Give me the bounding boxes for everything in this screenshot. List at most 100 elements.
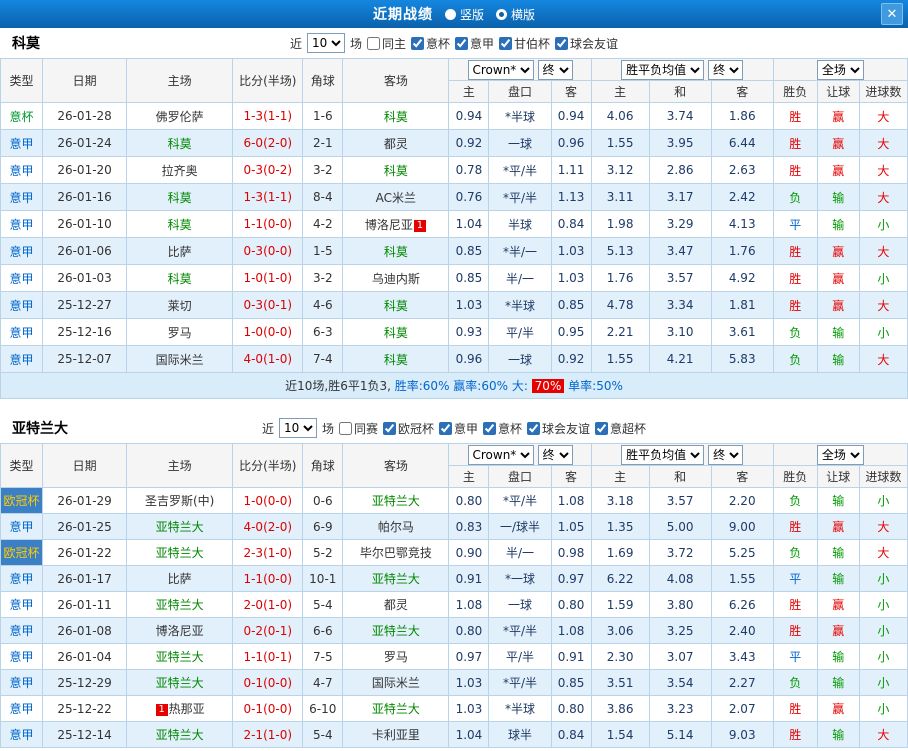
odds-away: 0.96 <box>550 129 592 157</box>
odds-period-select[interactable]: 终 <box>537 444 573 465</box>
odds-company-select[interactable]: Crown* <box>467 444 534 465</box>
sub-column-header: 盘口 <box>488 80 552 103</box>
match-score: 1-3(1-1) <box>232 183 304 211</box>
home-team: 佛罗伦萨 <box>126 102 234 130</box>
odds-company-select[interactable]: Crown* <box>467 59 534 80</box>
result-overunder: 大 <box>858 513 908 540</box>
filter-checkbox[interactable] <box>455 36 468 50</box>
match-row: 意甲 25-12-22 1 热那亚 0-1(0-0) 6-10 亚特兰大 1.03 *半球 0.8… <box>0 695 908 722</box>
odds-away: 1.08 <box>550 487 592 514</box>
handicap-line: *平/半 <box>488 487 552 514</box>
away-team-name: 科莫 <box>383 244 408 259</box>
corners: 1-5 <box>302 237 344 265</box>
filter-checkbox[interactable] <box>410 36 424 50</box>
odds-away: 0.85 <box>550 669 592 696</box>
avg-period-select[interactable]: 终 <box>708 444 744 465</box>
away-team: 国际米兰 <box>342 669 450 696</box>
away-team-name: 科莫 <box>383 325 408 340</box>
result-overunder: 小 <box>858 617 908 644</box>
avg-period-select[interactable]: 终 <box>708 59 744 80</box>
odds-away: 0.98 <box>550 539 592 566</box>
filter-option[interactable]: 同主 <box>366 35 406 52</box>
filter-checkbox[interactable] <box>595 421 609 435</box>
handicap-line: 半球 <box>488 210 552 238</box>
result-wdl: 负 <box>772 345 818 373</box>
away-team: 科莫 <box>342 102 450 130</box>
avg-draw: 4.08 <box>648 565 712 592</box>
filter-option[interactable]: 欧冠杯 <box>382 420 434 437</box>
result-overunder: 大 <box>858 129 908 157</box>
close-button[interactable]: ✕ <box>881 3 903 25</box>
filter-option[interactable]: 意超杯 <box>595 420 646 437</box>
away-team: 科莫 <box>342 156 450 184</box>
match-score: 4-0(1-0) <box>232 345 304 373</box>
home-team: 科莫 <box>126 183 234 211</box>
filter-checkbox[interactable] <box>483 421 497 435</box>
filter-label: 甘伯杯 <box>514 36 551 51</box>
scope-select[interactable]: 全场 <box>816 59 864 80</box>
match-score: 0-3(0-2) <box>232 156 304 184</box>
avg-away: 5.83 <box>710 345 774 373</box>
handicap-line: *平/半 <box>488 669 552 696</box>
odds-home: 0.80 <box>448 487 490 514</box>
filter-checkbox[interactable] <box>338 421 352 435</box>
avg-away: 1.76 <box>710 237 774 265</box>
layout-radio-horizontal[interactable]: 横版 <box>496 6 535 23</box>
filter-option[interactable]: 同赛 <box>338 420 378 437</box>
filter-option[interactable]: 意杯 <box>410 35 450 52</box>
filter-checkbox[interactable] <box>382 421 396 435</box>
filter-option[interactable]: 甘伯杯 <box>499 35 550 52</box>
result-handicap: 赢 <box>816 291 860 319</box>
avg-draw: 4.21 <box>648 345 712 373</box>
away-team-name: 罗马 <box>383 650 408 664</box>
avg-odds-select[interactable]: 胜平负均值 <box>621 59 705 80</box>
away-team: 帕尔马 <box>342 513 450 540</box>
corners: 4-2 <box>302 210 344 238</box>
corners: 0-6 <box>302 487 344 514</box>
avg-away: 2.27 <box>710 669 774 696</box>
avg-away: 3.61 <box>710 318 774 346</box>
avg-home: 1.55 <box>590 129 650 157</box>
avg-odds-select[interactable]: 胜平负均值 <box>621 444 705 465</box>
result-wdl: 负 <box>772 539 818 566</box>
match-count-select[interactable]: 10 <box>278 418 317 438</box>
result-handicap: 输 <box>816 643 860 670</box>
result-wdl: 胜 <box>772 291 818 319</box>
rank-badge: 1 <box>413 219 426 232</box>
filter-option[interactable]: 意杯 <box>483 420 522 437</box>
league-type: 意甲 <box>0 129 44 157</box>
avg-home: 2.30 <box>590 643 650 670</box>
avg-home: 6.22 <box>590 565 650 592</box>
corners: 5-4 <box>302 721 344 748</box>
result-overunder: 大 <box>858 721 908 748</box>
scope-select[interactable]: 全场 <box>816 444 864 465</box>
filter-checkbox[interactable] <box>499 36 513 50</box>
filter-option[interactable]: 球会友谊 <box>527 420 590 437</box>
match-count-select[interactable]: 10 <box>306 33 345 53</box>
filter-checkbox[interactable] <box>555 36 569 50</box>
odds-home: 1.03 <box>448 695 490 722</box>
result-overunder: 大 <box>858 156 908 184</box>
match-score: 0-3(0-1) <box>232 291 304 319</box>
result-wdl: 胜 <box>772 264 818 292</box>
filter-option[interactable]: 球会友谊 <box>555 35 618 52</box>
layout-radio-vertical[interactable]: 竖版 <box>444 6 484 23</box>
filter-checkbox[interactable] <box>366 36 380 50</box>
home-team: 拉齐奥 <box>126 156 234 184</box>
result-handicap: 赢 <box>816 513 860 540</box>
match-score: 2-1(1-0) <box>232 721 304 748</box>
odds-group-header: Crown* 终 <box>448 58 592 81</box>
league-type: 意甲 <box>0 695 44 722</box>
filter-option[interactable]: 意甲 <box>439 420 478 437</box>
stats-summary: 近10场,胜6平1负3, 胜率:60% 赢率:60% 大: 70% 单率:50% <box>0 372 908 399</box>
match-date: 26-01-11 <box>42 591 128 618</box>
corners: 7-5 <box>302 643 344 670</box>
filter-checkbox[interactable] <box>527 421 541 435</box>
stats-segment: 赢率:60% <box>453 379 512 393</box>
result-overunder: 小 <box>858 565 908 592</box>
filter-checkbox[interactable] <box>439 421 452 435</box>
odds-period-select[interactable]: 终 <box>537 59 573 80</box>
odds-away: 0.94 <box>550 102 592 130</box>
away-team-name: 国际米兰 <box>371 676 420 690</box>
filter-option[interactable]: 意甲 <box>455 35 494 52</box>
